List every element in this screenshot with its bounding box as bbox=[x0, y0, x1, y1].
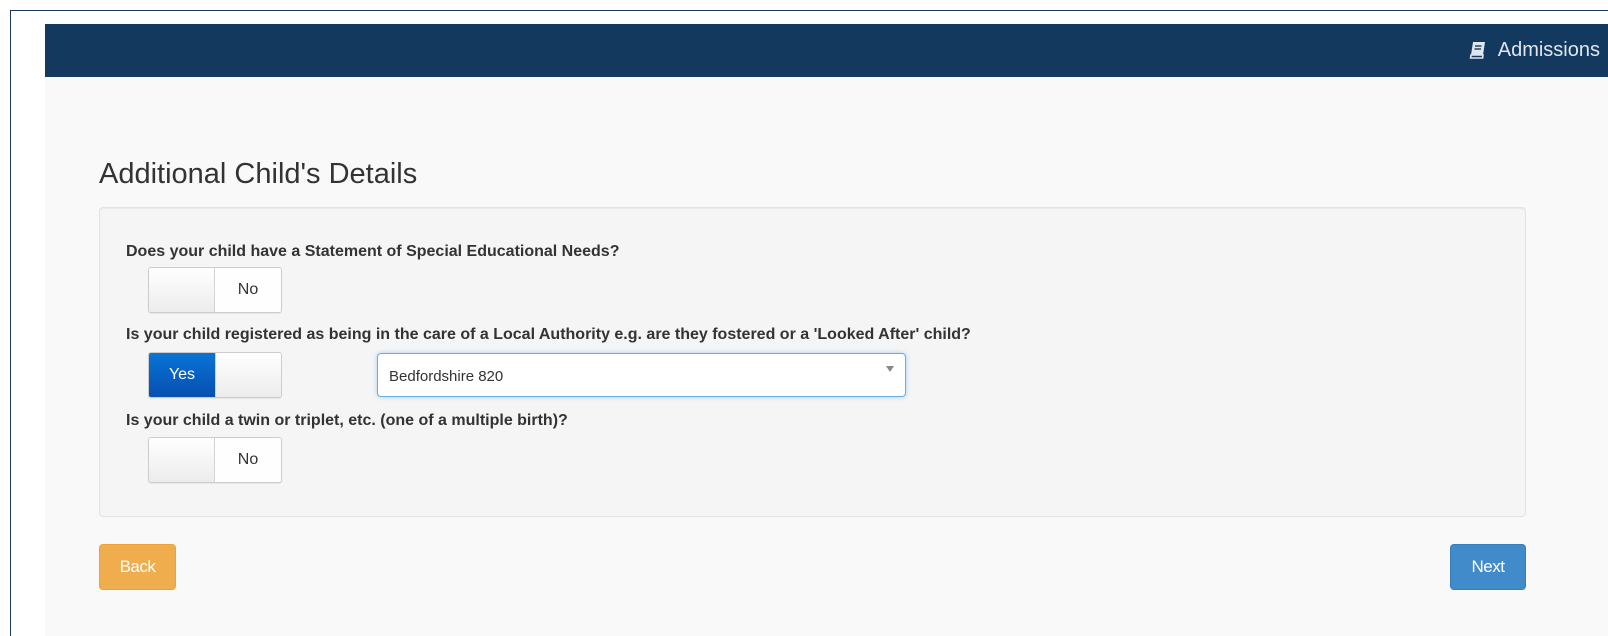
toggle-state-label: No bbox=[215, 268, 281, 312]
local-authority-selected-value: Bedfordshire 820 bbox=[389, 368, 504, 385]
sen-statement-toggle[interactable]: No bbox=[148, 267, 282, 313]
page-container: Admissions Additional Child's Details Do… bbox=[45, 24, 1608, 636]
multiple-birth-question: Is your child a twin or triplet, etc. (o… bbox=[126, 412, 568, 429]
toggle-state-label: Yes bbox=[149, 353, 215, 397]
top-navbar: Admissions bbox=[45, 24, 1608, 77]
multiple-birth-toggle[interactable]: No bbox=[148, 437, 282, 483]
dropdown-arrow-icon bbox=[886, 366, 894, 372]
next-button[interactable]: Next bbox=[1450, 544, 1526, 590]
book-icon bbox=[1468, 40, 1488, 60]
toggle-state-label: No bbox=[215, 438, 281, 482]
toggle-handle bbox=[149, 268, 215, 312]
looked-after-toggle[interactable]: Yes bbox=[148, 352, 282, 398]
page-title: Additional Child's Details bbox=[99, 158, 418, 190]
back-button[interactable]: Back bbox=[99, 544, 176, 590]
admissions-label: Admissions bbox=[1497, 38, 1600, 61]
looked-after-question: Is your child registered as being in the… bbox=[126, 326, 971, 343]
sen-statement-question: Does your child have a Statement of Spec… bbox=[126, 243, 620, 260]
local-authority-select[interactable]: Bedfordshire 820 bbox=[377, 353, 906, 397]
toggle-handle bbox=[215, 353, 281, 397]
toggle-handle bbox=[149, 438, 215, 482]
details-panel: Does your child have a Statement of Spec… bbox=[99, 207, 1526, 517]
admissions-nav-link[interactable]: Admissions bbox=[1468, 37, 1600, 63]
